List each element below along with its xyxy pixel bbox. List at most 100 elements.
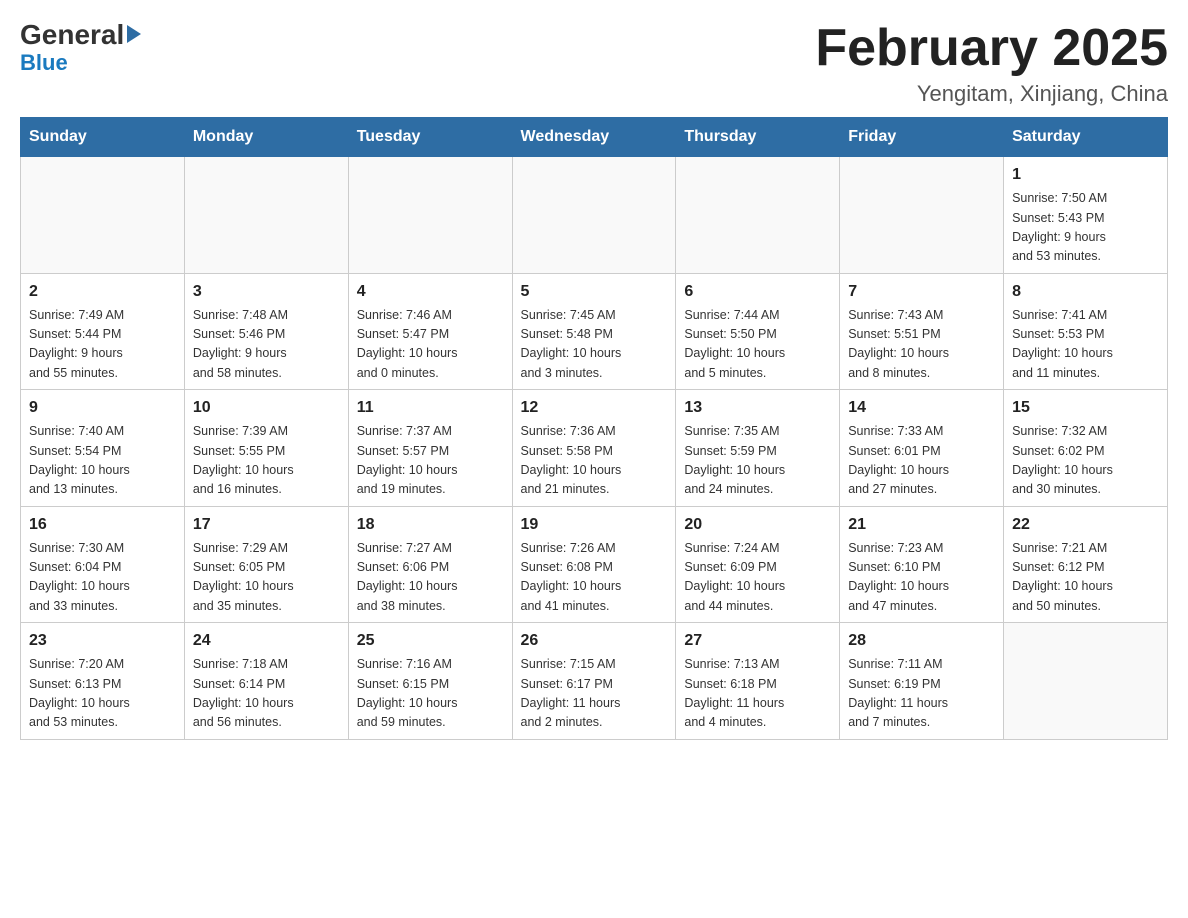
day-info: Sunrise: 7:44 AMSunset: 5:50 PMDaylight:… [684, 306, 831, 384]
day-number: 1 [1012, 163, 1159, 187]
calendar-cell: 10Sunrise: 7:39 AMSunset: 5:55 PMDayligh… [184, 390, 348, 507]
calendar-cell: 14Sunrise: 7:33 AMSunset: 6:01 PMDayligh… [840, 390, 1004, 507]
calendar-header-wednesday: Wednesday [512, 118, 676, 157]
calendar-cell: 23Sunrise: 7:20 AMSunset: 6:13 PMDayligh… [21, 623, 185, 740]
day-number: 4 [357, 280, 504, 304]
day-number: 7 [848, 280, 995, 304]
day-number: 25 [357, 629, 504, 653]
page-header: General Blue February 2025 Yengitam, Xin… [20, 20, 1168, 107]
calendar-header-row: SundayMondayTuesdayWednesdayThursdayFrid… [21, 118, 1168, 157]
day-number: 2 [29, 280, 176, 304]
day-info: Sunrise: 7:36 AMSunset: 5:58 PMDaylight:… [521, 422, 668, 500]
day-number: 28 [848, 629, 995, 653]
calendar-cell [348, 157, 512, 274]
title-area: February 2025 Yengitam, Xinjiang, China [815, 20, 1168, 107]
calendar-cell: 2Sunrise: 7:49 AMSunset: 5:44 PMDaylight… [21, 273, 185, 390]
day-info: Sunrise: 7:23 AMSunset: 6:10 PMDaylight:… [848, 539, 995, 617]
calendar-table: SundayMondayTuesdayWednesdayThursdayFrid… [20, 117, 1168, 740]
calendar-cell: 16Sunrise: 7:30 AMSunset: 6:04 PMDayligh… [21, 506, 185, 623]
day-number: 9 [29, 396, 176, 420]
calendar-header-sunday: Sunday [21, 118, 185, 157]
logo: General Blue [20, 20, 141, 75]
calendar-header-tuesday: Tuesday [348, 118, 512, 157]
day-number: 14 [848, 396, 995, 420]
day-info: Sunrise: 7:15 AMSunset: 6:17 PMDaylight:… [521, 655, 668, 733]
day-number: 22 [1012, 513, 1159, 537]
calendar-cell: 20Sunrise: 7:24 AMSunset: 6:09 PMDayligh… [676, 506, 840, 623]
calendar-cell [1004, 623, 1168, 740]
day-info: Sunrise: 7:21 AMSunset: 6:12 PMDaylight:… [1012, 539, 1159, 617]
calendar-subtitle: Yengitam, Xinjiang, China [815, 81, 1168, 107]
day-number: 5 [521, 280, 668, 304]
calendar-cell: 18Sunrise: 7:27 AMSunset: 6:06 PMDayligh… [348, 506, 512, 623]
calendar-cell: 15Sunrise: 7:32 AMSunset: 6:02 PMDayligh… [1004, 390, 1168, 507]
day-info: Sunrise: 7:41 AMSunset: 5:53 PMDaylight:… [1012, 306, 1159, 384]
calendar-cell: 6Sunrise: 7:44 AMSunset: 5:50 PMDaylight… [676, 273, 840, 390]
calendar-cell: 11Sunrise: 7:37 AMSunset: 5:57 PMDayligh… [348, 390, 512, 507]
day-number: 12 [521, 396, 668, 420]
day-info: Sunrise: 7:33 AMSunset: 6:01 PMDaylight:… [848, 422, 995, 500]
calendar-cell: 25Sunrise: 7:16 AMSunset: 6:15 PMDayligh… [348, 623, 512, 740]
calendar-cell: 3Sunrise: 7:48 AMSunset: 5:46 PMDaylight… [184, 273, 348, 390]
calendar-header-thursday: Thursday [676, 118, 840, 157]
day-info: Sunrise: 7:16 AMSunset: 6:15 PMDaylight:… [357, 655, 504, 733]
calendar-cell: 24Sunrise: 7:18 AMSunset: 6:14 PMDayligh… [184, 623, 348, 740]
day-number: 11 [357, 396, 504, 420]
logo-blue-text: Blue [20, 51, 141, 75]
calendar-cell [840, 157, 1004, 274]
day-number: 15 [1012, 396, 1159, 420]
day-number: 21 [848, 513, 995, 537]
day-number: 20 [684, 513, 831, 537]
calendar-cell: 28Sunrise: 7:11 AMSunset: 6:19 PMDayligh… [840, 623, 1004, 740]
day-info: Sunrise: 7:37 AMSunset: 5:57 PMDaylight:… [357, 422, 504, 500]
day-info: Sunrise: 7:50 AMSunset: 5:43 PMDaylight:… [1012, 189, 1159, 267]
calendar-cell [676, 157, 840, 274]
calendar-header-friday: Friday [840, 118, 1004, 157]
calendar-cell: 19Sunrise: 7:26 AMSunset: 6:08 PMDayligh… [512, 506, 676, 623]
calendar-header-saturday: Saturday [1004, 118, 1168, 157]
day-info: Sunrise: 7:20 AMSunset: 6:13 PMDaylight:… [29, 655, 176, 733]
day-number: 17 [193, 513, 340, 537]
day-number: 18 [357, 513, 504, 537]
calendar-cell: 13Sunrise: 7:35 AMSunset: 5:59 PMDayligh… [676, 390, 840, 507]
day-number: 27 [684, 629, 831, 653]
calendar-cell: 21Sunrise: 7:23 AMSunset: 6:10 PMDayligh… [840, 506, 1004, 623]
calendar-cell: 5Sunrise: 7:45 AMSunset: 5:48 PMDaylight… [512, 273, 676, 390]
calendar-cell [512, 157, 676, 274]
logo-arrow-icon [127, 25, 141, 43]
calendar-cell: 27Sunrise: 7:13 AMSunset: 6:18 PMDayligh… [676, 623, 840, 740]
day-info: Sunrise: 7:48 AMSunset: 5:46 PMDaylight:… [193, 306, 340, 384]
day-number: 23 [29, 629, 176, 653]
day-info: Sunrise: 7:30 AMSunset: 6:04 PMDaylight:… [29, 539, 176, 617]
day-info: Sunrise: 7:24 AMSunset: 6:09 PMDaylight:… [684, 539, 831, 617]
calendar-cell: 17Sunrise: 7:29 AMSunset: 6:05 PMDayligh… [184, 506, 348, 623]
day-number: 26 [521, 629, 668, 653]
calendar-week-3: 9Sunrise: 7:40 AMSunset: 5:54 PMDaylight… [21, 390, 1168, 507]
day-number: 10 [193, 396, 340, 420]
calendar-cell: 8Sunrise: 7:41 AMSunset: 5:53 PMDaylight… [1004, 273, 1168, 390]
calendar-cell [184, 157, 348, 274]
calendar-cell: 22Sunrise: 7:21 AMSunset: 6:12 PMDayligh… [1004, 506, 1168, 623]
day-info: Sunrise: 7:49 AMSunset: 5:44 PMDaylight:… [29, 306, 176, 384]
calendar-week-2: 2Sunrise: 7:49 AMSunset: 5:44 PMDaylight… [21, 273, 1168, 390]
calendar-week-5: 23Sunrise: 7:20 AMSunset: 6:13 PMDayligh… [21, 623, 1168, 740]
day-number: 19 [521, 513, 668, 537]
calendar-cell: 12Sunrise: 7:36 AMSunset: 5:58 PMDayligh… [512, 390, 676, 507]
calendar-header-monday: Monday [184, 118, 348, 157]
day-info: Sunrise: 7:40 AMSunset: 5:54 PMDaylight:… [29, 422, 176, 500]
day-info: Sunrise: 7:13 AMSunset: 6:18 PMDaylight:… [684, 655, 831, 733]
day-number: 16 [29, 513, 176, 537]
calendar-cell: 4Sunrise: 7:46 AMSunset: 5:47 PMDaylight… [348, 273, 512, 390]
day-info: Sunrise: 7:18 AMSunset: 6:14 PMDaylight:… [193, 655, 340, 733]
day-info: Sunrise: 7:45 AMSunset: 5:48 PMDaylight:… [521, 306, 668, 384]
day-info: Sunrise: 7:27 AMSunset: 6:06 PMDaylight:… [357, 539, 504, 617]
calendar-cell: 26Sunrise: 7:15 AMSunset: 6:17 PMDayligh… [512, 623, 676, 740]
day-number: 8 [1012, 280, 1159, 304]
day-info: Sunrise: 7:43 AMSunset: 5:51 PMDaylight:… [848, 306, 995, 384]
day-info: Sunrise: 7:46 AMSunset: 5:47 PMDaylight:… [357, 306, 504, 384]
day-number: 24 [193, 629, 340, 653]
day-number: 6 [684, 280, 831, 304]
calendar-cell [21, 157, 185, 274]
logo-general-text: General [20, 20, 124, 51]
day-info: Sunrise: 7:35 AMSunset: 5:59 PMDaylight:… [684, 422, 831, 500]
